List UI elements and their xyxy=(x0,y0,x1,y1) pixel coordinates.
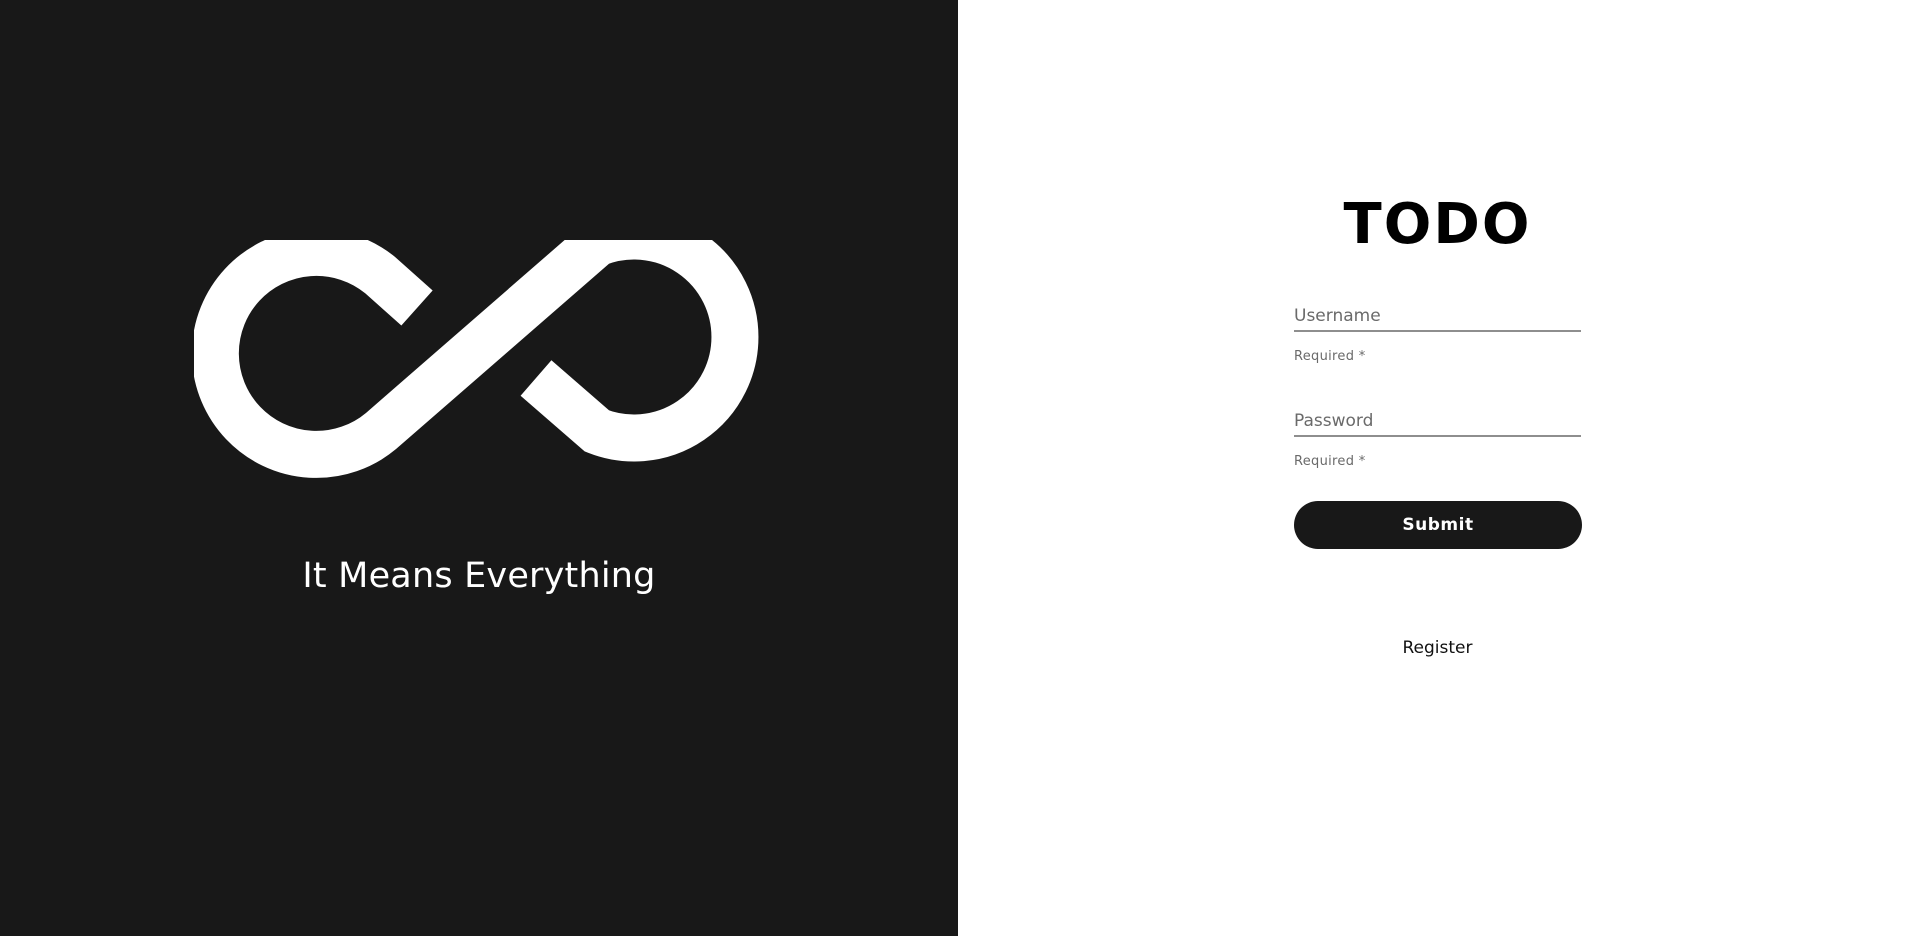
brand-panel: It Means Everything xyxy=(0,0,958,936)
password-input[interactable] xyxy=(1294,407,1581,437)
username-group: Required * xyxy=(1294,302,1581,364)
username-helper-text: Required * xyxy=(1294,349,1366,364)
infinity-icon xyxy=(194,240,759,478)
password-group: Required * xyxy=(1294,407,1581,469)
password-helper-text: Required * xyxy=(1294,454,1366,469)
register-link[interactable]: Register xyxy=(958,638,1917,658)
tagline: It Means Everything xyxy=(302,556,656,596)
login-page: It Means Everything TODO Required * Requ… xyxy=(0,0,1917,936)
app-title: TODO xyxy=(1343,192,1532,257)
submit-button[interactable]: Submit xyxy=(1294,501,1582,549)
login-panel: TODO Required * Required * Submit Regist… xyxy=(958,0,1917,936)
username-input[interactable] xyxy=(1294,302,1581,332)
